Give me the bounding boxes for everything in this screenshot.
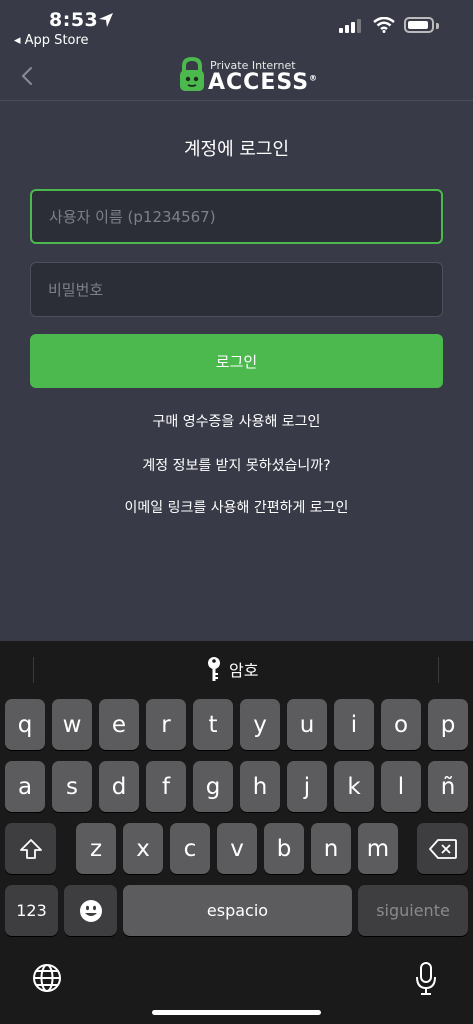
nav-bar: Private Internet ACCESS® — [0, 52, 473, 101]
password-field[interactable]: 비밀번호 — [30, 262, 443, 317]
key-m[interactable]: m — [358, 823, 398, 874]
logo-title: ACCESS® — [208, 70, 319, 95]
signal-icon — [339, 19, 361, 33]
key-x[interactable]: x — [123, 823, 163, 874]
key-p[interactable]: p — [428, 699, 468, 750]
back-chevron-icon[interactable] — [16, 64, 40, 88]
key-n[interactable]: n — [311, 823, 351, 874]
key-c[interactable]: c — [170, 823, 210, 874]
key-r[interactable]: r — [146, 699, 186, 750]
key-y[interactable]: y — [240, 699, 280, 750]
suggestion-bar: 암호 — [0, 641, 473, 697]
key-q[interactable]: q — [5, 699, 45, 750]
back-to-app-store[interactable]: ◂ App Store — [14, 33, 89, 48]
username-field[interactable]: 사용자 이름 (p1234567) — [30, 189, 443, 244]
numbers-key[interactable]: 123 — [5, 885, 58, 936]
key-g[interactable]: g — [193, 761, 233, 812]
status-bar: 8:53 ◂ App Store — [0, 0, 473, 52]
no-account-info-link[interactable]: 계정 정보를 받지 못하셨습니까? — [0, 455, 473, 475]
key-v[interactable]: v — [217, 823, 257, 874]
status-time: 8:53 — [49, 9, 99, 31]
key-h[interactable]: h — [240, 761, 280, 812]
key-s[interactable]: s — [52, 761, 92, 812]
wifi-icon — [373, 17, 395, 33]
emoji-icon — [79, 899, 102, 922]
delete-key[interactable] — [417, 823, 468, 874]
password-suggestion[interactable]: 암호 — [207, 656, 258, 682]
space-key[interactable]: espacio — [123, 885, 352, 936]
email-login-link[interactable]: 이메일 링크를 사용해 간편하게 로그인 — [0, 497, 473, 517]
username-placeholder: 사용자 이름 (p1234567) — [49, 208, 216, 226]
key-j[interactable]: j — [287, 761, 327, 812]
suggestion-divider — [33, 657, 34, 683]
key-t[interactable]: t — [193, 699, 233, 750]
key-b[interactable]: b — [264, 823, 304, 874]
key-i[interactable]: i — [334, 699, 374, 750]
mic-icon[interactable] — [415, 962, 437, 996]
next-key[interactable]: siguiente — [358, 885, 468, 936]
key-k[interactable]: k — [334, 761, 374, 812]
key-icon — [208, 657, 220, 681]
login-button[interactable]: 로그인 — [30, 334, 443, 388]
key-d[interactable]: d — [99, 761, 139, 812]
key-u[interactable]: u — [287, 699, 327, 750]
key-l[interactable]: l — [381, 761, 421, 812]
key-e[interactable]: e — [99, 699, 139, 750]
home-indicator[interactable] — [152, 1010, 321, 1015]
key-z[interactable]: z — [76, 823, 116, 874]
password-suggestion-label: 암호 — [229, 661, 259, 680]
globe-icon[interactable] — [32, 963, 62, 993]
key-w[interactable]: w — [52, 699, 92, 750]
password-placeholder: 비밀번호 — [48, 281, 104, 299]
receipt-login-link[interactable]: 구매 영수증을 사용해 로그인 — [0, 411, 473, 431]
battery-tip — [436, 23, 439, 29]
pia-lock-icon — [180, 57, 204, 91]
key-a[interactable]: a — [5, 761, 45, 812]
suggestion-divider — [438, 657, 439, 683]
shift-icon — [19, 838, 42, 859]
shift-key[interactable] — [5, 823, 56, 874]
key-o[interactable]: o — [381, 699, 421, 750]
key-n-tilde[interactable]: ñ — [428, 761, 468, 812]
battery-icon — [404, 17, 434, 33]
emoji-key[interactable] — [64, 885, 117, 936]
delete-icon — [428, 838, 457, 859]
page-title: 계정에 로그인 — [183, 139, 290, 160]
location-arrow-icon — [99, 13, 113, 27]
key-f[interactable]: f — [146, 761, 186, 812]
